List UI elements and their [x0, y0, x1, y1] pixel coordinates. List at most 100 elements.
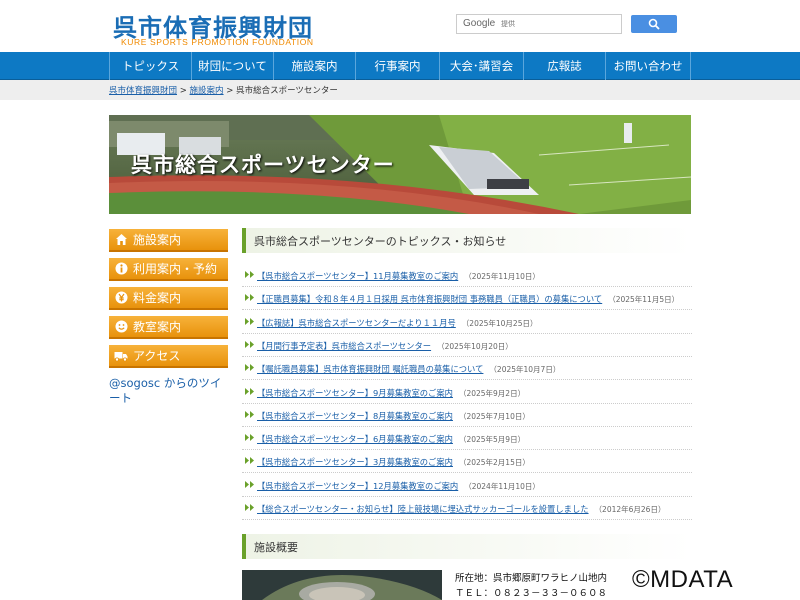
sidebar-item-label: 教室案内: [133, 320, 182, 334]
facility-photo: [242, 570, 442, 600]
facility-section-heading: 施設概要: [242, 534, 692, 559]
topic-row: 【月間行事予定表】呉市総合スポーツセンター （2025年10月20日）: [242, 334, 692, 357]
double-arrow-icon: [245, 364, 254, 372]
topics-heading-text: 呉市総合スポーツセンターのトピックス・お知らせ: [254, 235, 507, 248]
topic-text: 【呉市総合スポーツセンター】11月募集教室のご案内 （2025年11月10日）: [257, 270, 540, 282]
main-nav: トピックス 財団について 施設案内 行事案内 大会･講習会 広報誌 お問い合わせ: [0, 52, 800, 80]
topic-row: 【呉市総合スポーツセンター】6月募集教室のご案内 （2025年5月9日）: [242, 427, 692, 451]
hero-title: 呉市総合スポーツセンター: [131, 153, 395, 177]
topic-date: （2025年10月7日）: [489, 365, 561, 375]
topic-link[interactable]: 【呉市総合スポーツセンター】12月募集教室のご案内: [257, 481, 458, 491]
breadcrumb-home-link[interactable]: 呉市体育振興財団: [109, 86, 177, 96]
sidebar-item-label: 利用案内・予約: [133, 262, 218, 276]
topic-date: （2025年10月25日）: [461, 318, 538, 328]
sidebar-item-fees[interactable]: 料金案内: [109, 287, 228, 310]
topic-link[interactable]: 【呉市総合スポーツセンター】3月募集教室のご案内: [257, 457, 453, 467]
nav-item-tournaments[interactable]: 大会･講習会: [439, 52, 523, 80]
sidebar-item-usage[interactable]: 利用案内・予約: [109, 258, 228, 281]
topic-link[interactable]: 【呉市総合スポーツセンター】11月募集教室のご案内: [257, 271, 458, 281]
breadcrumb: 呉市体育振興財団 > 施設案内 > 呉市総合スポーツセンター: [109, 84, 338, 96]
topic-link[interactable]: 【正職員募集】令和８年４月１日採用 呉市体育振興財団 事務職員（正職員）の募集に…: [257, 294, 602, 304]
double-arrow-icon: [245, 434, 254, 442]
copyright-watermark: ©MDATA: [632, 566, 734, 593]
search-input[interactable]: [501, 17, 617, 31]
topic-link[interactable]: 【月間行事予定表】呉市総合スポーツセンター: [257, 341, 431, 351]
facility-heading-text: 施設概要: [254, 541, 298, 554]
double-arrow-icon: [245, 317, 254, 325]
topic-text: 【総合スポーツセンター・お知らせ】陸上競技場に埋込式サッカーゴールを設置しました…: [257, 503, 665, 515]
double-arrow-icon: [245, 387, 254, 395]
facility-address: 所在地：呉市郷原町ワラヒノ山地内: [455, 573, 608, 584]
nav-item-events[interactable]: 行事案内: [355, 52, 439, 80]
search-button[interactable]: [631, 15, 677, 33]
facility-aerial-image: [242, 570, 442, 600]
topic-row: 【嘱託職員募集】呉市体育振興財団 嘱託職員の募集について （2025年10月7日）: [242, 357, 692, 381]
search-icon: [648, 18, 660, 30]
nav-item-contact[interactable]: お問い合わせ: [605, 52, 691, 80]
breadcrumb-separator: >: [223, 86, 237, 96]
topic-date: （2025年5月9日）: [458, 435, 526, 445]
topic-text: 【正職員募集】令和８年４月１日採用 呉市体育振興財団 事務職員（正職員）の募集に…: [257, 293, 679, 305]
topic-link[interactable]: 【呉市総合スポーツセンター】8月募集教室のご案内: [257, 411, 453, 421]
info-icon: [114, 262, 128, 276]
hero-banner: 呉市総合スポーツセンター: [109, 115, 691, 214]
topic-link[interactable]: 【呉市総合スポーツセンター】9月募集教室のご案内: [257, 388, 453, 398]
truck-icon: [114, 349, 128, 363]
breadcrumb-facilities-link[interactable]: 施設案内: [190, 86, 224, 96]
breadcrumb-current: 呉市総合スポーツセンター: [236, 86, 338, 96]
topic-row: 【呉市総合スポーツセンター】3月募集教室のご案内 （2025年2月15日）: [242, 450, 692, 474]
topic-date: （2012年6月26日）: [594, 505, 666, 514]
nav-item-about[interactable]: 財団について: [191, 52, 273, 80]
topic-date: （2025年9月2日）: [458, 388, 526, 398]
sidebar-item-label: 施設案内: [133, 233, 182, 247]
topic-date: （2024年11月10日）: [464, 481, 540, 491]
twitter-timeline-link[interactable]: @sogosc からのツイート: [109, 376, 229, 406]
site-header: 呉市体育振興財団 KURE SPORTS PROMOTION FOUNDATIO…: [0, 0, 800, 52]
topic-row: 【総合スポーツセンター・お知らせ】陸上競技場に埋込式サッカーゴールを設置しました…: [242, 497, 692, 520]
topic-link[interactable]: 【広報誌】呉市総合スポーツセンターだより１１月号: [257, 318, 456, 328]
topic-row: 【呉市総合スポーツセンター】12月募集教室のご案内 （2024年11月10日）: [242, 474, 692, 497]
topic-text: 【嘱託職員募集】呉市体育振興財団 嘱託職員の募集について （2025年10月7日）: [257, 363, 560, 375]
topic-text: 【呉市総合スポーツセンター】6月募集教室のご案内 （2025年5月9日）: [257, 433, 525, 445]
facility-info: 所在地：呉市郷原町ワラヒノ山地内 ＴＥＬ：０８２３－３３－０６０８: [455, 571, 607, 600]
double-arrow-icon: [245, 457, 254, 465]
double-arrow-icon: [245, 340, 254, 348]
sidebar-item-access[interactable]: アクセス: [109, 345, 228, 368]
topic-text: 【広報誌】呉市総合スポーツセンターだより１１月号 （2025年10月25日）: [257, 317, 537, 329]
topic-date: （2025年11月10日）: [464, 272, 540, 281]
facility-tel: ＴＥＬ：０８２３－３３－０６０８: [455, 588, 608, 599]
breadcrumb-separator: >: [177, 86, 190, 96]
topic-date: （2025年10月20日）: [437, 341, 513, 351]
nav-item-topics[interactable]: トピックス: [109, 52, 191, 80]
topics-section-heading: 呉市総合スポーツセンターのトピックス・お知らせ: [242, 228, 692, 253]
topic-row: 【広報誌】呉市総合スポーツセンターだより１１月号 （2025年10月25日）: [242, 311, 692, 334]
topic-row: 【呉市総合スポーツセンター】11月募集教室のご案内 （2025年11月10日）: [242, 264, 692, 287]
site-logo-subtitle: KURE SPORTS PROMOTION FOUNDATION: [121, 37, 314, 47]
search-box[interactable]: Google: [456, 14, 622, 34]
topic-link[interactable]: 【総合スポーツセンター・お知らせ】陸上競技場に埋込式サッカーゴールを設置しました: [257, 504, 589, 514]
search-brand-label: Google: [463, 18, 496, 29]
smile-icon: [114, 320, 128, 334]
double-arrow-icon: [245, 294, 254, 302]
home-icon: [114, 233, 128, 247]
double-arrow-icon: [245, 504, 254, 511]
topic-text: 【月間行事予定表】呉市総合スポーツセンター （2025年10月20日）: [257, 340, 513, 352]
topic-link[interactable]: 【呉市総合スポーツセンター】6月募集教室のご案内: [257, 434, 453, 444]
breadcrumb-bar: 呉市体育振興財団 > 施設案内 > 呉市総合スポーツセンター: [0, 80, 800, 100]
topic-row: 【呉市総合スポーツセンター】9月募集教室のご案内 （2025年9月2日）: [242, 381, 692, 404]
sidebar-item-classes[interactable]: 教室案内: [109, 316, 228, 339]
nav-item-facilities[interactable]: 施設案内: [273, 52, 355, 80]
sidebar-item-facilities[interactable]: 施設案内: [109, 229, 228, 252]
double-arrow-icon: [245, 410, 254, 418]
nav-item-magazine[interactable]: 広報誌: [523, 52, 605, 80]
topic-row: 【呉市総合スポーツセンター】8月募集教室のご案内 （2025年7月10日）: [242, 404, 692, 427]
sidebar-item-label: アクセス: [133, 349, 181, 363]
yen-icon: [114, 291, 128, 305]
topic-text: 【呉市総合スポーツセンター】9月募集教室のご案内 （2025年9月2日）: [257, 387, 525, 399]
topic-date: （2025年11月5日）: [608, 295, 680, 305]
topic-text: 【呉市総合スポーツセンター】3月募集教室のご案内 （2025年2月15日）: [257, 456, 530, 468]
topic-link[interactable]: 【嘱託職員募集】呉市体育振興財団 嘱託職員の募集について: [257, 364, 483, 374]
double-arrow-icon: [245, 480, 254, 488]
topic-date: （2025年7月10日）: [458, 411, 530, 421]
topic-text: 【呉市総合スポーツセンター】8月募集教室のご案内 （2025年7月10日）: [257, 410, 530, 422]
